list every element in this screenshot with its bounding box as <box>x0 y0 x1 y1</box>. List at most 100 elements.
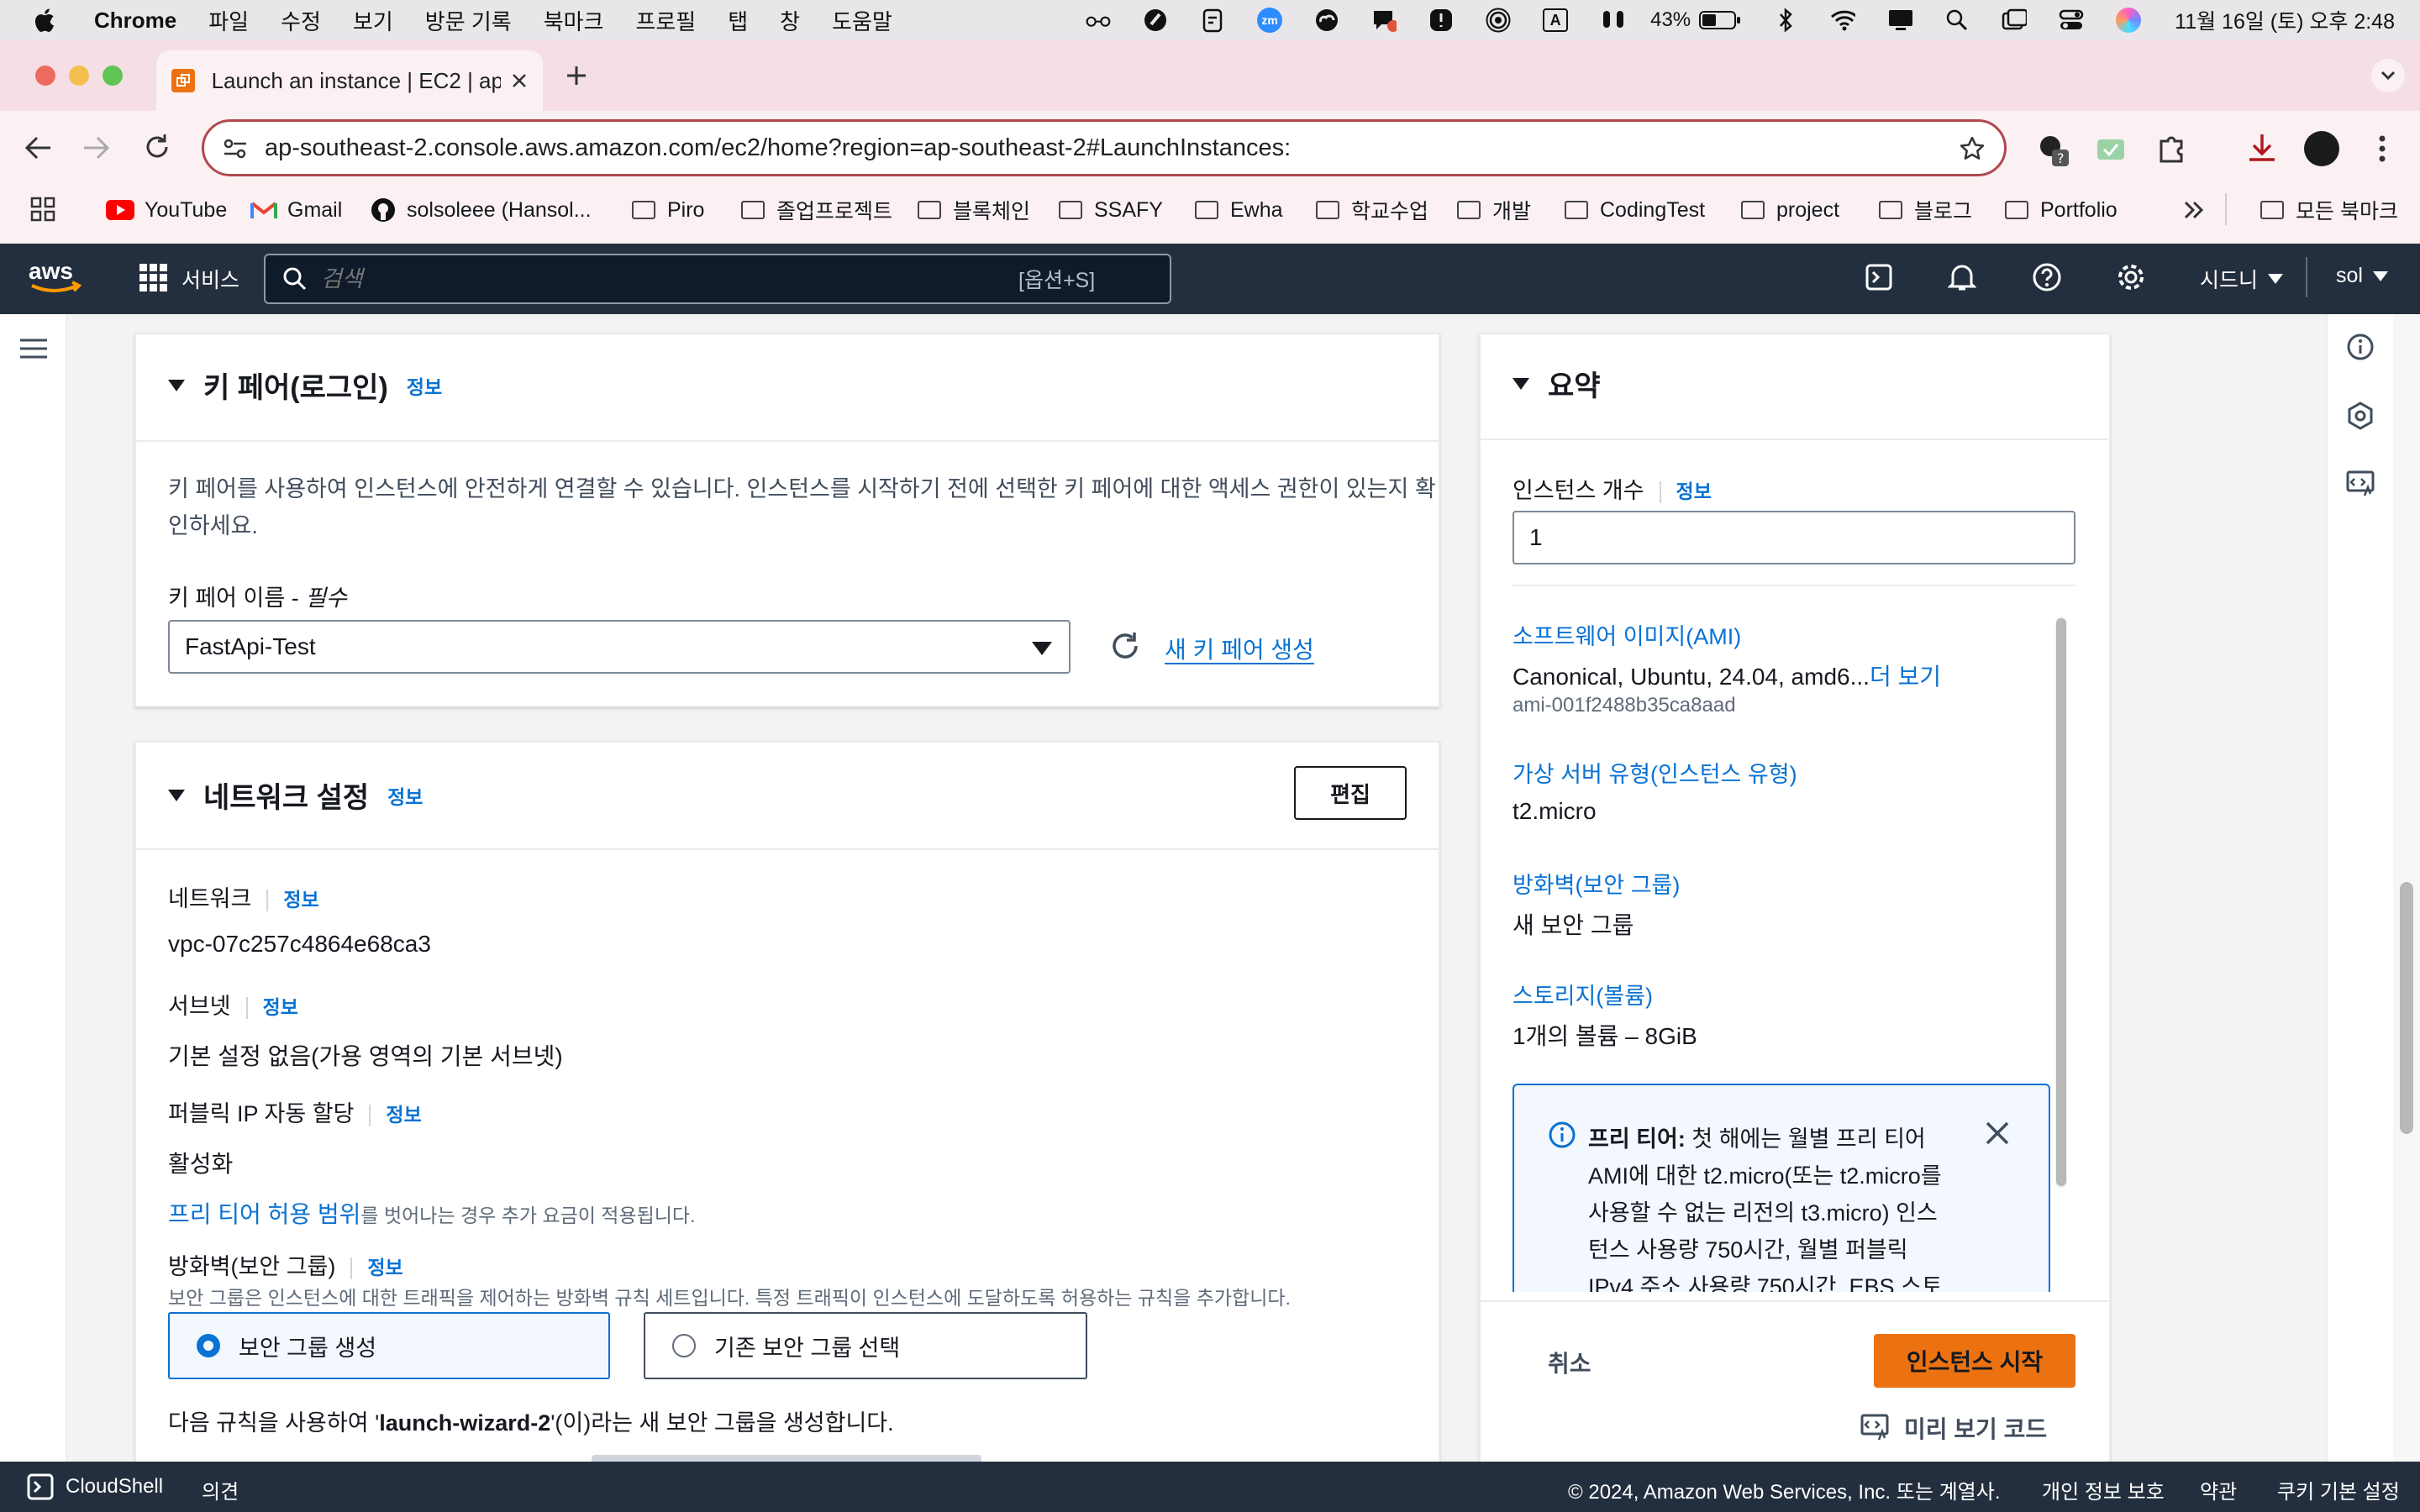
input-source-icon[interactable]: A <box>1543 8 1569 33</box>
zoom-icon[interactable]: zm <box>1257 8 1283 33</box>
spotlight-icon[interactable] <box>1944 8 1970 33</box>
battery-status[interactable]: 43% <box>1650 8 1741 32</box>
download-icon[interactable] <box>2245 131 2279 165</box>
services-menu[interactable]: 서비스 <box>182 264 239 294</box>
menu-app-name[interactable]: Chrome <box>94 8 176 34</box>
bookmark-folder-dev[interactable]: 개발 <box>1457 195 1531 225</box>
window-close-button[interactable] <box>35 66 55 86</box>
hamburger-menu-icon[interactable] <box>20 338 47 360</box>
region-selector[interactable]: 시드니 <box>2200 264 2284 294</box>
cookie-preferences-link[interactable]: 쿠키 기본 설정 <box>2277 1475 2400 1504</box>
radio-create-security-group[interactable]: 보안 그룹 생성 <box>168 1312 610 1379</box>
key-pair-header[interactable]: 키 페어(로그인) 정보 <box>168 365 442 406</box>
bookmark-folder-blockchain[interactable]: 블록체인 <box>918 195 1030 225</box>
summary-scrollbar[interactable] <box>2055 617 2067 1188</box>
bookmark-folder-portfolio[interactable]: Portfolio <box>2005 195 2118 225</box>
extension-incognito-icon[interactable]: ? <box>2035 133 2072 170</box>
siri-icon[interactable] <box>2116 8 2142 33</box>
instance-type-summary-link[interactable]: 가상 서버 유형(인스턴스 유형) <box>1512 756 1797 789</box>
close-alert-icon[interactable] <box>1985 1121 2010 1146</box>
menu-view[interactable]: 보기 <box>353 5 393 36</box>
ami-more-link[interactable]: 더 보기 <box>1870 664 1941 690</box>
public-ip-info-link[interactable]: 정보 <box>386 1104 421 1126</box>
menu-tab[interactable]: 탭 <box>728 5 748 36</box>
control-center-icon[interactable] <box>2059 8 2084 33</box>
menubar-clock[interactable]: 11월 16일 (토) 오후 2:48 <box>2175 5 2395 35</box>
menu-bookmarks[interactable]: 북마크 <box>544 5 604 36</box>
menu-window[interactable]: 창 <box>780 5 800 36</box>
key-pair-info-link[interactable]: 정보 <box>407 371 442 400</box>
cloudshell-footer-button[interactable]: CloudShell <box>27 1473 163 1500</box>
hexagon-tools-icon[interactable] <box>2346 402 2375 430</box>
settings-gear-icon[interactable] <box>2116 262 2146 292</box>
code-preview-tool-icon[interactable] <box>2346 470 2375 499</box>
browser-tab-active[interactable]: Launch an instance | EC2 | ap <box>156 50 543 111</box>
site-info-icon[interactable] <box>223 137 248 160</box>
extension-check-icon[interactable] <box>2096 134 2126 163</box>
bookmark-folder-piro[interactable]: Piro <box>632 195 704 225</box>
cloudshell-icon[interactable] <box>1865 264 1892 291</box>
apple-icon[interactable] <box>32 7 55 34</box>
chrome-menu-icon[interactable] <box>2378 134 2386 163</box>
aws-logo[interactable]: aws <box>27 257 86 296</box>
launch-instance-button[interactable]: 인스턴스 시작 <box>1874 1334 2075 1388</box>
terms-link[interactable]: 약관 <box>2200 1475 2237 1504</box>
notifications-bell-icon[interactable] <box>1948 262 1976 292</box>
screen-mirroring-icon[interactable] <box>2002 8 2028 33</box>
apps-grid-icon[interactable] <box>30 197 55 222</box>
info-panel-icon[interactable] <box>2346 333 2375 361</box>
shield-alert-icon[interactable] <box>1428 8 1454 33</box>
privacy-link[interactable]: 개인 정보 보호 <box>2042 1475 2165 1504</box>
display-icon[interactable] <box>1887 8 1913 33</box>
extensions-puzzle-icon[interactable] <box>2156 133 2186 163</box>
address-bar[interactable]: ap-southeast-2.console.aws.amazon.com/ec… <box>202 119 2007 176</box>
bookmark-folder-blog[interactable]: 블로그 <box>1879 195 1972 225</box>
bookmark-folder-codingtest[interactable]: CodingTest <box>1565 195 1705 225</box>
menu-profile[interactable]: 프로필 <box>635 5 696 36</box>
summary-scrollbar-thumb[interactable] <box>2056 618 2066 1186</box>
profile-avatar[interactable] <box>2304 131 2339 166</box>
instance-count-info-link[interactable]: 정보 <box>1676 480 1712 502</box>
feedback-link[interactable]: 의견 <box>202 1475 239 1504</box>
ami-summary-link[interactable]: 소프트웨어 이미지(AMI) <box>1512 618 1741 651</box>
menu-help[interactable]: 도움말 <box>832 5 892 36</box>
bookmark-star-icon[interactable] <box>1959 135 1986 162</box>
bookmark-gmail[interactable]: Gmail <box>250 195 342 225</box>
subnet-info-link[interactable]: 정보 <box>263 996 298 1018</box>
chat-icon[interactable] <box>1371 8 1397 33</box>
aws-search-box[interactable]: [옵션+S] <box>264 254 1171 304</box>
storage-summary-link[interactable]: 스토리지(볼륨) <box>1512 978 1653 1011</box>
bookmark-folder-ewha[interactable]: Ewha <box>1195 195 1283 225</box>
free-tier-range-link[interactable]: 프리 티어 허용 범위 <box>168 1201 360 1227</box>
back-button[interactable] <box>24 134 52 161</box>
preview-code-button[interactable]: 미리 보기 코드 <box>1860 1411 2047 1445</box>
account-menu[interactable]: sol <box>2336 264 2388 288</box>
firewall-info-link[interactable]: 정보 <box>367 1257 402 1278</box>
tab-search-button[interactable] <box>2371 59 2405 92</box>
bookmark-youtube[interactable]: YouTube <box>106 195 227 225</box>
radio-existing-security-group[interactable]: 기존 보안 그룹 선택 <box>644 1312 1087 1379</box>
bookmark-all-folder[interactable]: 모든 북마크 <box>2260 195 2398 225</box>
help-icon[interactable] <box>2032 262 2062 292</box>
bookmark-folder-graduation[interactable]: 졸업프로젝트 <box>741 195 892 225</box>
instance-count-input[interactable] <box>1512 511 2075 564</box>
network-field-info-link[interactable]: 정보 <box>283 889 318 911</box>
bookmarks-overflow-icon[interactable] <box>2183 200 2205 220</box>
network-settings-header[interactable]: 네트워크 설정 정보 <box>168 774 423 816</box>
bookmark-folder-ssafy[interactable]: SSAFY <box>1059 195 1163 225</box>
menu-edit[interactable]: 수정 <box>281 5 321 36</box>
aws-search-input[interactable] <box>321 265 1010 292</box>
window-zoom-button[interactable] <box>103 66 123 86</box>
bluetooth-icon[interactable] <box>1773 8 1798 33</box>
refresh-icon[interactable] <box>1109 630 1141 662</box>
reload-button[interactable] <box>143 133 171 161</box>
glasses-icon[interactable] <box>1086 8 1111 33</box>
new-tab-button[interactable] <box>565 64 588 87</box>
airdrop-icon[interactable] <box>1486 8 1511 33</box>
security-group-summary-link[interactable]: 방화벽(보안 그룹) <box>1512 867 1680 900</box>
create-key-pair-link[interactable]: 새 키 페어 생성 <box>1165 632 1314 665</box>
edit-network-button[interactable]: 편집 <box>1294 766 1407 820</box>
network-info-link[interactable]: 정보 <box>387 781 423 810</box>
cloud-sync-icon[interactable] <box>1314 8 1339 33</box>
summary-header[interactable]: 요약 <box>1512 363 1601 404</box>
